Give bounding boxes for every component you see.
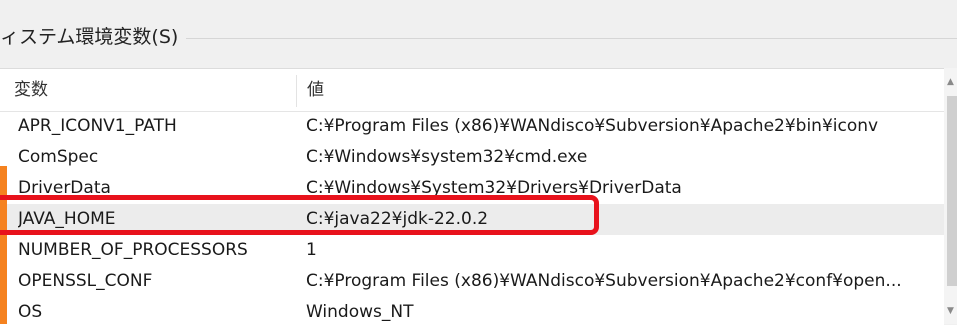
table-row-comspec[interactable]: ComSpec C:¥Windows¥system32¥cmd.exe (0, 142, 944, 173)
variable-name: ComSpec (18, 147, 99, 167)
column-divider[interactable] (296, 75, 297, 107)
table-row-openssl-conf[interactable]: OPENSSL_CONF C:¥Program Files (x86)¥WANd… (0, 266, 944, 297)
scroll-down-arrow-icon[interactable]: ▼ (944, 298, 957, 324)
variable-name: DriverData (18, 178, 111, 198)
left-orange-marker (0, 166, 7, 324)
variable-name: APR_ICONV1_PATH (18, 116, 177, 136)
table-row-driverdata[interactable]: DriverData C:¥Windows¥System32¥Drivers¥D… (0, 173, 944, 204)
environment-variables-list[interactable]: 変数 値 APR_ICONV1_PATH C:¥Program Files (x… (0, 68, 944, 325)
variable-name: JAVA_HOME (18, 209, 116, 229)
variable-value: Windows_NT (306, 302, 414, 322)
variable-value: C:¥java22¥jdk-22.0.2 (306, 209, 489, 229)
table-row-number-of-processors[interactable]: NUMBER_OF_PROCESSORS 1 (0, 235, 944, 266)
group-title: ィステム環境変数(S) (0, 22, 187, 49)
list-header: 変数 値 (0, 69, 944, 112)
scrollbar-thumb[interactable] (947, 96, 957, 286)
vertical-scrollbar[interactable]: ▲ ▼ (944, 68, 957, 324)
variable-value: C:¥Program Files (x86)¥WANdisco¥Subversi… (306, 116, 879, 136)
column-header-value[interactable]: 値 (307, 69, 324, 111)
table-row-java-home[interactable]: JAVA_HOME C:¥java22¥jdk-22.0.2 (0, 204, 944, 235)
variable-value: C:¥Program Files (x86)¥WANdisco¥Subversi… (306, 271, 902, 291)
variable-name: OPENSSL_CONF (18, 271, 153, 291)
column-header-variable[interactable]: 変数 (14, 69, 48, 111)
variable-name: OS (18, 302, 43, 322)
variable-value: C:¥Windows¥System32¥Drivers¥DriverData (306, 178, 682, 198)
table-row-os[interactable]: OS Windows_NT (0, 297, 944, 325)
table-row-apr-iconv1-path[interactable]: APR_ICONV1_PATH C:¥Program Files (x86)¥W… (0, 111, 944, 142)
scroll-up-arrow-icon[interactable]: ▲ (944, 68, 957, 96)
variable-name: NUMBER_OF_PROCESSORS (18, 240, 248, 260)
variable-value: C:¥Windows¥system32¥cmd.exe (306, 147, 588, 167)
variable-value: 1 (306, 240, 317, 260)
